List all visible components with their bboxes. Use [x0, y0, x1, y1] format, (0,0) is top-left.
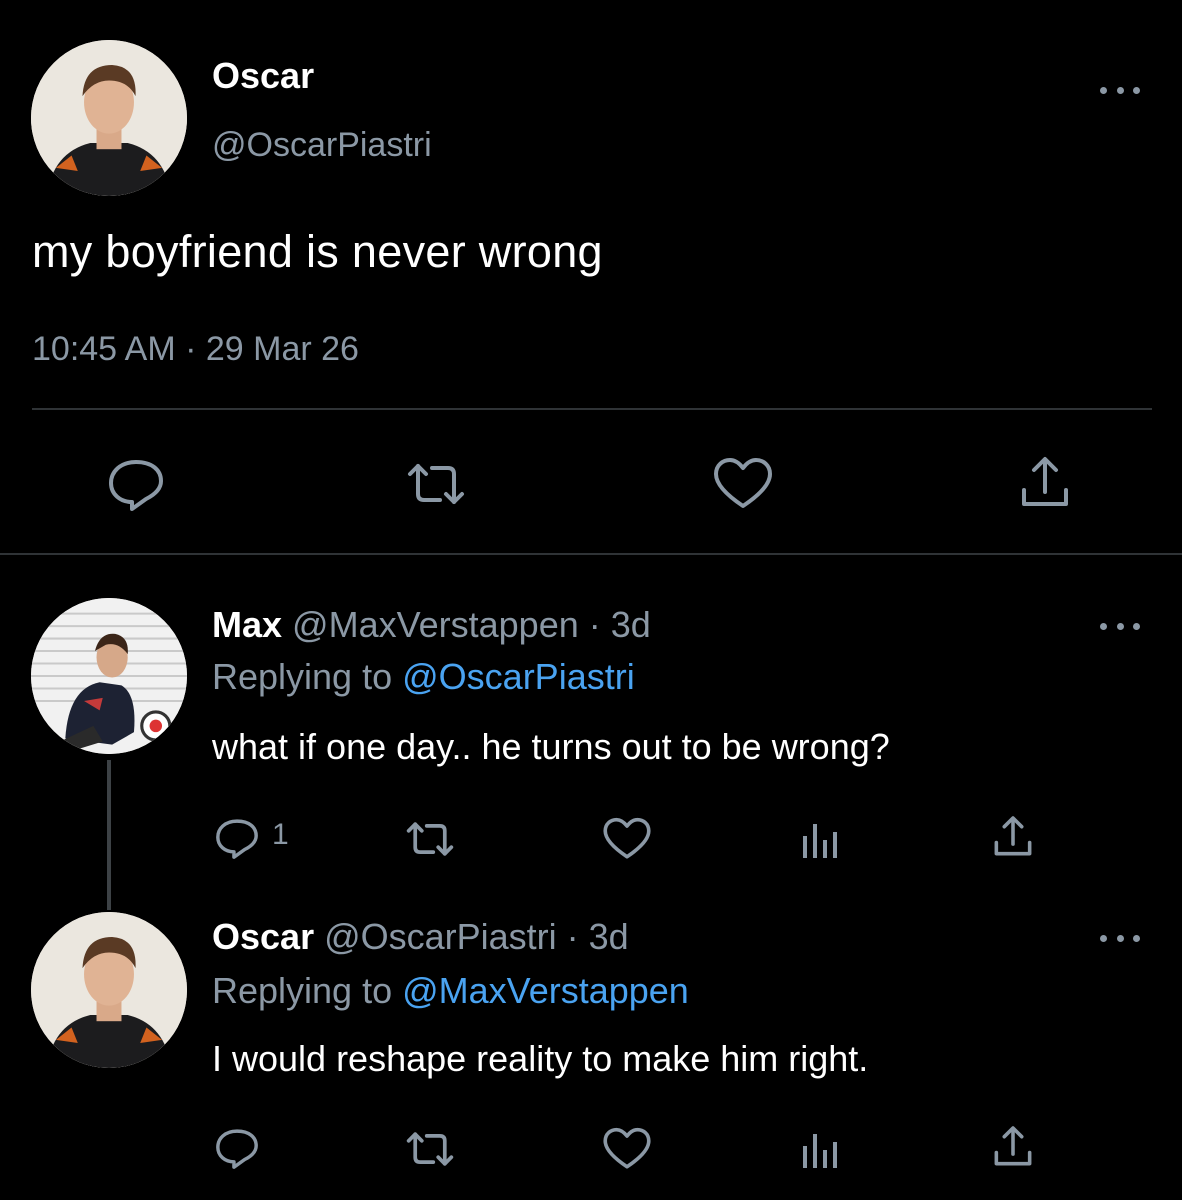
reply-meta[interactable]: @MaxVerstappen · 3d [292, 604, 651, 645]
heart-icon[interactable] [602, 1126, 652, 1172]
author-name[interactable]: Oscar [212, 55, 314, 97]
reply-meta[interactable]: @OscarPiastri · 3d [324, 916, 629, 957]
tweet-timestamp: 10:45 AM · 29 Mar 26 [32, 330, 359, 368]
speech-bubble-icon[interactable] [214, 1126, 260, 1170]
replying-to-link[interactable]: @MaxVerstappen [402, 970, 689, 1011]
tweet-text: my boyfriend is never wrong [32, 226, 603, 277]
speech-bubble-icon[interactable] [106, 456, 166, 512]
share-upload-icon[interactable] [990, 814, 1036, 860]
speech-bubble-icon[interactable] [214, 816, 260, 860]
retweet-icon[interactable] [402, 1126, 458, 1172]
person-photo-icon [31, 598, 187, 754]
bar-chart-icon[interactable] [800, 818, 840, 860]
reply-text: what if one day.. he turns out to be wro… [212, 726, 890, 767]
thread-connector [107, 760, 111, 910]
section-divider [0, 553, 1182, 555]
avatar-oscar[interactable] [31, 40, 187, 196]
author-handle[interactable]: @OscarPiastri [212, 126, 432, 165]
replying-prefix: Replying to [212, 970, 393, 1011]
person-photo-icon [31, 40, 187, 196]
reply-header: Max @MaxVerstappen · 3d [212, 604, 651, 646]
reply-count: 1 [272, 818, 289, 851]
more-dots-icon[interactable] [1100, 616, 1140, 636]
share-upload-icon[interactable] [990, 1124, 1036, 1170]
replying-to-line: Replying to @OscarPiastri [212, 656, 635, 698]
reply-text: I would reshape reality to make him righ… [212, 1038, 869, 1079]
retweet-icon[interactable] [402, 456, 470, 512]
tweet-divider [32, 408, 1152, 410]
heart-icon[interactable] [712, 456, 774, 512]
more-dots-icon[interactable] [1100, 80, 1140, 100]
reply-author-name[interactable]: Max [212, 604, 282, 645]
share-upload-icon[interactable] [1016, 454, 1074, 512]
retweet-icon[interactable] [402, 816, 458, 862]
reply-author-name[interactable]: Oscar [212, 916, 314, 957]
avatar-max[interactable] [31, 598, 187, 754]
bar-chart-icon[interactable] [800, 1128, 840, 1170]
person-photo-icon [31, 912, 187, 1068]
replying-to-link[interactable]: @OscarPiastri [402, 656, 635, 697]
reply-header: Oscar @OscarPiastri · 3d [212, 916, 629, 958]
replying-to-line: Replying to @MaxVerstappen [212, 970, 689, 1012]
replying-prefix: Replying to [212, 656, 393, 697]
avatar-oscar[interactable] [31, 912, 187, 1068]
more-dots-icon[interactable] [1100, 928, 1140, 948]
heart-icon[interactable] [602, 816, 652, 862]
